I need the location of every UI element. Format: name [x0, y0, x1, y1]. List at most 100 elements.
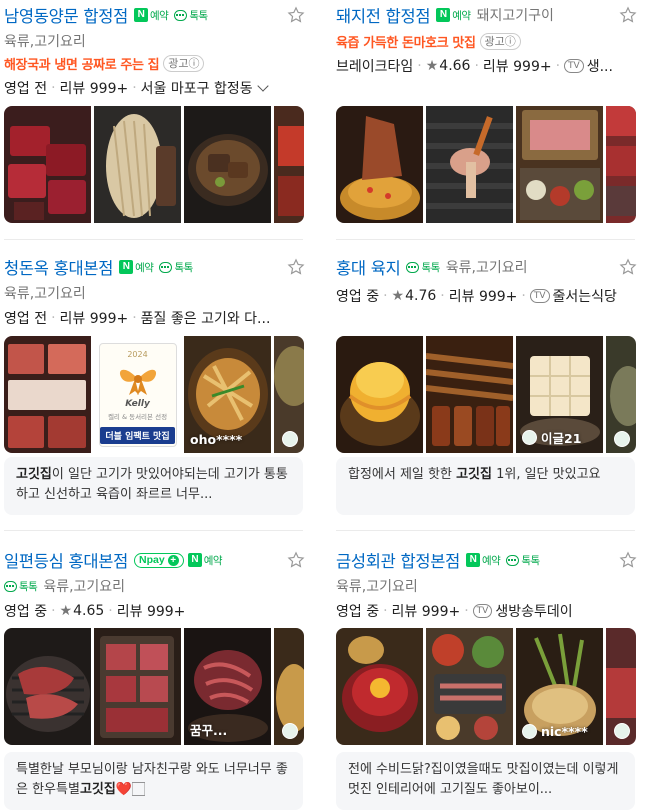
place-card[interactable]: 일편등심 홍대본점 Npay + N 예약 톡톡 육류,고기요리 영업 중 · ★ 4.…	[4, 545, 309, 625]
place-category: 육류,고기요리	[4, 34, 86, 50]
review-count[interactable]: 리뷰 999+	[483, 56, 552, 76]
naver-n-icon: N	[466, 553, 480, 567]
photo-strip[interactable]: 이글21	[336, 336, 636, 453]
place-category: 육류,고기요리	[4, 286, 86, 302]
food-photo[interactable]	[274, 106, 304, 223]
location-text[interactable]: 서울 마포구 합정동	[141, 78, 253, 98]
place-card[interactable]: 돼지전 합정점 N 예약 돼지고기구이 육즙 가득한 돈마호크 맛집 광고ⓘ 브레이…	[336, 0, 641, 80]
food-photo[interactable]	[336, 628, 423, 745]
chevron-down-icon[interactable]	[256, 80, 269, 92]
food-photo[interactable]: nic****	[516, 628, 603, 745]
naver-n-icon: N	[187, 553, 202, 567]
food-photo[interactable]	[94, 106, 181, 223]
food-photo[interactable]	[606, 628, 636, 745]
food-photo[interactable]	[336, 336, 423, 453]
award-badge-photo[interactable]: 2024 Kelly 켈리 & 동서리본 선정 더블 임팩트 맛집	[94, 336, 181, 453]
photo-strip[interactable]: 2024 Kelly 켈리 & 동서리본 선정 더블 임팩트 맛집 oho***…	[4, 336, 304, 453]
reserve-badge[interactable]: N 예약	[134, 8, 169, 23]
review-count[interactable]: 리뷰 999+	[449, 286, 518, 306]
place-card[interactable]: 청돈옥 홍대본점 N 예약 톡톡 육류,고기요리 영업 전 · 리뷰 999+ · 품…	[4, 252, 309, 332]
place-name[interactable]: 돼지전 합정점	[336, 3, 431, 27]
food-photo[interactable]	[606, 106, 636, 223]
business-status: 영업 중	[336, 289, 380, 305]
place-name[interactable]: 홍대 육지	[336, 255, 401, 279]
talk-badge[interactable]: 톡톡	[406, 260, 440, 275]
review-count[interactable]: 리뷰 999+	[60, 78, 129, 98]
food-photo[interactable]	[94, 628, 181, 745]
bookmark-star-icon[interactable]	[287, 551, 305, 569]
review-snippet[interactable]: 전에 수비드닭?집이였을때도 맛집이였는데 이렇게 멋진 인테리어에 고기질도 …	[336, 752, 635, 810]
reserve-badge[interactable]: N 예약	[466, 553, 501, 568]
divider	[336, 530, 635, 531]
business-status: 브레이크타임	[336, 59, 414, 75]
photo-author-tag: nic****	[522, 724, 588, 739]
place-category: 육류,고기요리	[43, 579, 126, 595]
talk-badge[interactable]: 톡톡	[159, 260, 193, 275]
food-photo[interactable]	[274, 628, 304, 745]
place-meta: 영업 중 · 리뷰 999+ · TV 생방송투데이	[336, 601, 573, 621]
talktalk-icon	[174, 9, 188, 21]
review-snippet[interactable]: 특별한날 부모님이랑 남자친구랑 와도 너무너무 좋은 한우특별고깃집❤️🏻	[4, 752, 303, 810]
food-photo[interactable]	[4, 106, 91, 223]
bookmark-star-icon[interactable]	[287, 6, 305, 24]
talk-badge[interactable]: 톡톡	[174, 8, 208, 23]
talk-badge[interactable]: 톡톡	[506, 553, 540, 568]
business-status: 영업 전	[4, 81, 48, 97]
food-photo[interactable]	[4, 628, 91, 745]
ad-badge[interactable]: 광고ⓘ	[479, 32, 521, 50]
photo-strip[interactable]: nic****	[336, 628, 636, 745]
place-name[interactable]: 청돈옥 홍대본점	[4, 255, 113, 279]
rating-value: 4.66	[439, 58, 471, 74]
food-photo[interactable]	[426, 106, 513, 223]
avatar	[614, 723, 630, 739]
review-count[interactable]: 리뷰 999+	[392, 601, 461, 621]
talk-badge[interactable]: 톡톡	[4, 579, 38, 594]
talktalk-icon	[406, 261, 420, 273]
photo-author-tag: oho****	[190, 432, 243, 447]
promo-text[interactable]: 육즙 가득한 돈마호크 맛집	[336, 32, 476, 51]
food-photo[interactable]: 이글21	[516, 336, 603, 453]
reserve-badge[interactable]: N 예약	[187, 553, 223, 568]
place-card[interactable]: 홍대 육지 톡톡 육류,고기요리 영업 중 · ★ 4.76 · 리뷰 999+ · T…	[336, 252, 641, 310]
place-name[interactable]: 일편등심 홍대본점	[4, 548, 128, 572]
place-category: 육류,고기요리	[445, 260, 528, 276]
photo-strip[interactable]	[4, 106, 304, 223]
promo-text[interactable]: 해장국과 냉면 공짜로 주는 집	[4, 54, 160, 73]
place-card[interactable]: 남영동양문 합정점 N 예약 톡톡 육류,고기요리 해장국과 냉면 공짜로 주는 …	[4, 0, 309, 102]
bookmark-star-icon[interactable]	[287, 258, 305, 276]
divider	[4, 530, 303, 531]
place-name[interactable]: 남영동양문 합정점	[4, 3, 128, 27]
food-photo[interactable]: oho****	[184, 336, 271, 453]
business-status: 영업 전	[4, 311, 48, 327]
food-photo[interactable]: 꿈꾸...	[184, 628, 271, 745]
place-category: 육류,고기요리	[336, 579, 418, 595]
review-snippet[interactable]: 합정에서 제일 핫한 고깃집 1위, 일단 맛있고요	[336, 457, 635, 515]
food-photo[interactable]	[336, 106, 423, 223]
food-photo[interactable]	[426, 336, 513, 453]
food-photo[interactable]	[4, 336, 91, 453]
food-photo[interactable]	[516, 106, 603, 223]
photo-strip[interactable]	[336, 106, 636, 223]
reserve-badge[interactable]: N 예약	[436, 8, 471, 23]
ad-badge[interactable]: 광고ⓘ	[163, 54, 205, 72]
tv-icon: TV	[472, 604, 493, 618]
place-name[interactable]: 금성회관 합정본점	[336, 548, 460, 572]
food-photo[interactable]	[426, 628, 513, 745]
review-snippet[interactable]: 고깃집이 일단 고기가 맛있어야되는데 고기가 통통하고 신선하고 육즙이 좌르…	[4, 457, 303, 515]
food-photo[interactable]	[606, 336, 636, 453]
place-meta: 영업 전 · 리뷰 999+ · 품질 좋은 고기와 다...	[4, 308, 271, 328]
tv-show: 생방송투데이	[495, 604, 573, 620]
food-photo[interactable]	[274, 336, 304, 453]
review-count[interactable]: 리뷰 999+	[60, 308, 129, 328]
bookmark-star-icon[interactable]	[619, 6, 637, 24]
avatar	[614, 431, 630, 447]
review-count[interactable]: 리뷰 999+	[117, 601, 186, 621]
place-card[interactable]: 금성회관 합정본점 N 예약 톡톡 육류,고기요리 영업 중 · 리뷰 999+ · …	[336, 545, 641, 625]
bookmark-star-icon[interactable]	[619, 551, 637, 569]
bookmark-star-icon[interactable]	[619, 258, 637, 276]
npay-badge[interactable]: Npay +	[134, 552, 184, 568]
photo-strip[interactable]: 꿈꾸...	[4, 628, 304, 745]
food-photo[interactable]	[184, 106, 271, 223]
avatar	[522, 724, 537, 739]
reserve-badge[interactable]: N 예약	[119, 260, 154, 275]
